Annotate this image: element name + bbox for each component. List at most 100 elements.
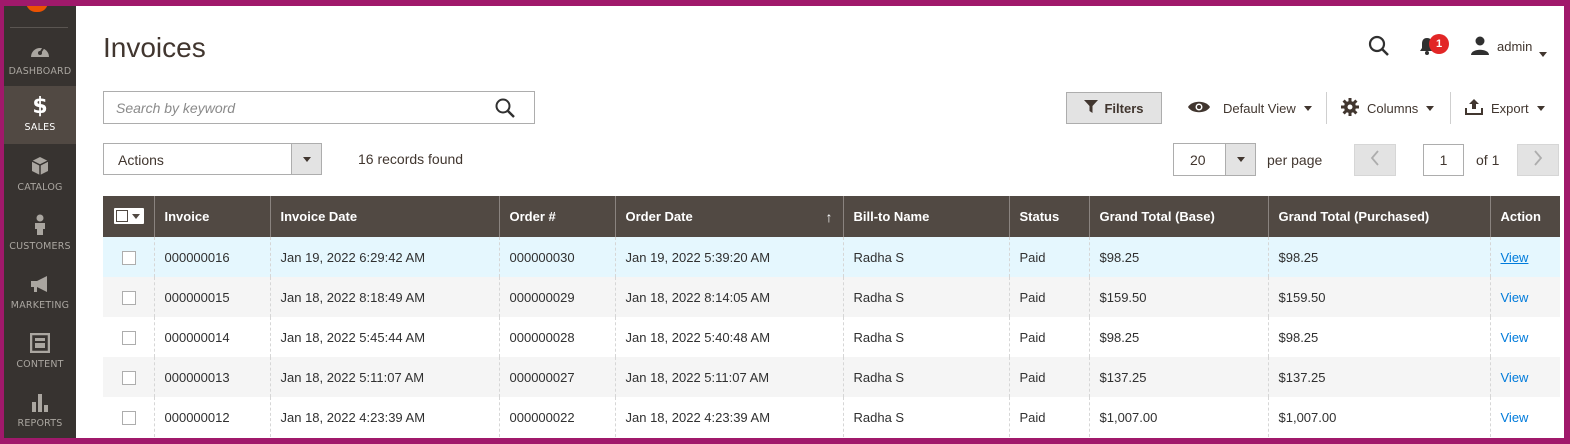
row-checkbox[interactable] — [122, 410, 136, 425]
table-row[interactable]: 000000014 Jan 18, 2022 5:45:44 AM 000000… — [103, 317, 1560, 357]
person-icon — [4, 213, 76, 237]
sidebar-item-content[interactable]: CONTENT — [4, 323, 76, 381]
invoice-cell: 000000014 — [154, 317, 271, 357]
view-link[interactable]: View — [1501, 250, 1529, 265]
row-select-cell[interactable] — [103, 357, 155, 397]
invoices-table: Invoice Invoice Date Order # Order Date … — [103, 196, 1560, 437]
search-icon[interactable] — [494, 97, 518, 121]
chevron-down-icon — [132, 213, 140, 219]
chevron-down-icon — [1426, 105, 1435, 111]
per-page-select[interactable]: 20 — [1173, 143, 1256, 176]
current-page-input[interactable] — [1423, 144, 1464, 176]
filter-funnel-icon — [1084, 99, 1099, 117]
bill-to-name-cell: Radha S — [843, 317, 1010, 357]
column-header-invoice-date[interactable]: Invoice Date — [270, 196, 500, 237]
previous-page-button[interactable] — [1354, 144, 1396, 176]
grand-total-base-cell: $1,007.00 — [1089, 397, 1269, 437]
grand-total-base-cell: $159.50 — [1089, 277, 1269, 317]
row-checkbox[interactable] — [122, 330, 136, 345]
search-input[interactable] — [104, 92, 484, 123]
sidebar-item-dashboard[interactable]: DASHBOARD — [4, 30, 76, 88]
status-cell: Paid — [1009, 397, 1090, 437]
notification-count-badge[interactable]: 1 — [1429, 34, 1449, 54]
toolbar-divider — [1326, 92, 1327, 124]
sidebar-item-label: SALES — [24, 122, 56, 133]
action-cell: View — [1490, 357, 1560, 397]
filters-button[interactable]: Filters — [1066, 92, 1162, 124]
row-select-cell[interactable] — [103, 317, 155, 357]
per-page-value: 20 — [1190, 152, 1206, 168]
sidebar-item-label: REPORTS — [17, 418, 63, 429]
sidebar-item-marketing[interactable]: MARKETING — [4, 264, 76, 322]
column-header-invoice[interactable]: Invoice — [154, 196, 271, 237]
sidebar-item-customers[interactable]: CUSTOMERS — [4, 205, 76, 263]
row-select-cell[interactable] — [103, 237, 155, 277]
chevron-left-icon — [1370, 149, 1380, 171]
default-view-dropdown[interactable]: Default View — [1187, 98, 1312, 118]
user-menu-label[interactable]: admin — [1497, 39, 1532, 54]
chevron-down-icon — [1303, 105, 1312, 111]
select-all-header[interactable] — [103, 196, 155, 237]
chevron-down-icon[interactable] — [1225, 144, 1255, 175]
column-header-status[interactable]: Status — [1009, 196, 1090, 237]
chevron-down-icon[interactable] — [291, 144, 321, 174]
upload-icon — [1465, 98, 1483, 118]
row-checkbox[interactable] — [122, 290, 136, 305]
invoice-date-cell: Jan 19, 2022 6:29:42 AM — [270, 237, 500, 277]
table-row[interactable]: 000000016 Jan 19, 2022 6:29:42 AM 000000… — [103, 237, 1560, 277]
mass-select-checkbox[interactable] — [114, 208, 144, 224]
column-header-grand-total-purchased[interactable]: Grand Total (Purchased) — [1268, 196, 1491, 237]
column-header-order-date[interactable]: Order Date ↑ — [615, 196, 844, 237]
next-page-button[interactable] — [1517, 144, 1559, 176]
column-header-order-number[interactable]: Order # — [499, 196, 616, 237]
grand-total-purchased-cell: $159.50 — [1268, 277, 1491, 317]
sidebar-item-catalog[interactable]: CATALOG — [4, 146, 76, 204]
column-header-bill-to-name[interactable]: Bill-to Name — [843, 196, 1010, 237]
export-dropdown[interactable]: Export — [1465, 98, 1545, 118]
sidebar-item-label: CUSTOMERS — [9, 241, 71, 252]
global-search-icon[interactable] — [1367, 34, 1391, 63]
chevron-down-icon — [1536, 105, 1545, 111]
column-header-grand-total-base[interactable]: Grand Total (Base) — [1089, 196, 1269, 237]
invoice-date-cell: Jan 18, 2022 5:45:44 AM — [270, 317, 500, 357]
sort-ascending-icon[interactable]: ↑ — [826, 209, 833, 225]
user-icon[interactable] — [1470, 36, 1490, 61]
megaphone-icon — [4, 272, 76, 296]
order-number-cell: 000000028 — [499, 317, 616, 357]
grand-total-purchased-cell: $137.25 — [1268, 357, 1491, 397]
table-row[interactable]: 000000015 Jan 18, 2022 8:18:49 AM 000000… — [103, 277, 1560, 317]
eye-icon — [1187, 100, 1211, 117]
invoice-cell: 000000012 — [154, 397, 271, 437]
view-link[interactable]: View — [1501, 410, 1529, 425]
chevron-right-icon — [1533, 149, 1543, 171]
chevron-down-icon[interactable] — [1539, 44, 1547, 62]
status-cell: Paid — [1009, 237, 1090, 277]
sidebar-item-reports[interactable]: REPORTS — [4, 382, 76, 438]
invoice-date-cell: Jan 18, 2022 4:23:39 AM — [270, 397, 500, 437]
bill-to-name-cell: Radha S — [843, 277, 1010, 317]
table-header-row: Invoice Invoice Date Order # Order Date … — [103, 196, 1560, 237]
order-date-cell: Jan 18, 2022 4:23:39 AM — [615, 397, 844, 437]
order-number-cell: 000000022 — [499, 397, 616, 437]
order-number-cell: 000000029 — [499, 277, 616, 317]
status-cell: Paid — [1009, 317, 1090, 357]
row-checkbox[interactable] — [122, 370, 136, 385]
row-checkbox[interactable] — [122, 250, 136, 265]
dashboard-icon — [4, 38, 76, 62]
toolbar-divider — [1450, 92, 1451, 124]
invoice-cell: 000000016 — [154, 237, 271, 277]
table-row[interactable]: 000000012 Jan 18, 2022 4:23:39 AM 000000… — [103, 397, 1560, 437]
view-link[interactable]: View — [1501, 370, 1529, 385]
row-select-cell[interactable] — [103, 397, 155, 437]
view-link[interactable]: View — [1501, 330, 1529, 345]
view-link[interactable]: View — [1501, 290, 1529, 305]
row-select-cell[interactable] — [103, 277, 155, 317]
columns-dropdown[interactable]: Columns — [1341, 97, 1435, 118]
mass-actions-dropdown[interactable]: Actions — [103, 143, 322, 175]
bill-to-name-cell: Radha S — [843, 397, 1010, 437]
sidebar-item-sales[interactable]: $ SALES — [4, 86, 76, 144]
magento-logo-icon[interactable] — [26, 6, 48, 12]
table-row[interactable]: 000000013 Jan 18, 2022 5:11:07 AM 000000… — [103, 357, 1560, 397]
invoice-date-cell: Jan 18, 2022 5:11:07 AM — [270, 357, 500, 397]
sidebar-item-label: MARKETING — [10, 300, 70, 311]
